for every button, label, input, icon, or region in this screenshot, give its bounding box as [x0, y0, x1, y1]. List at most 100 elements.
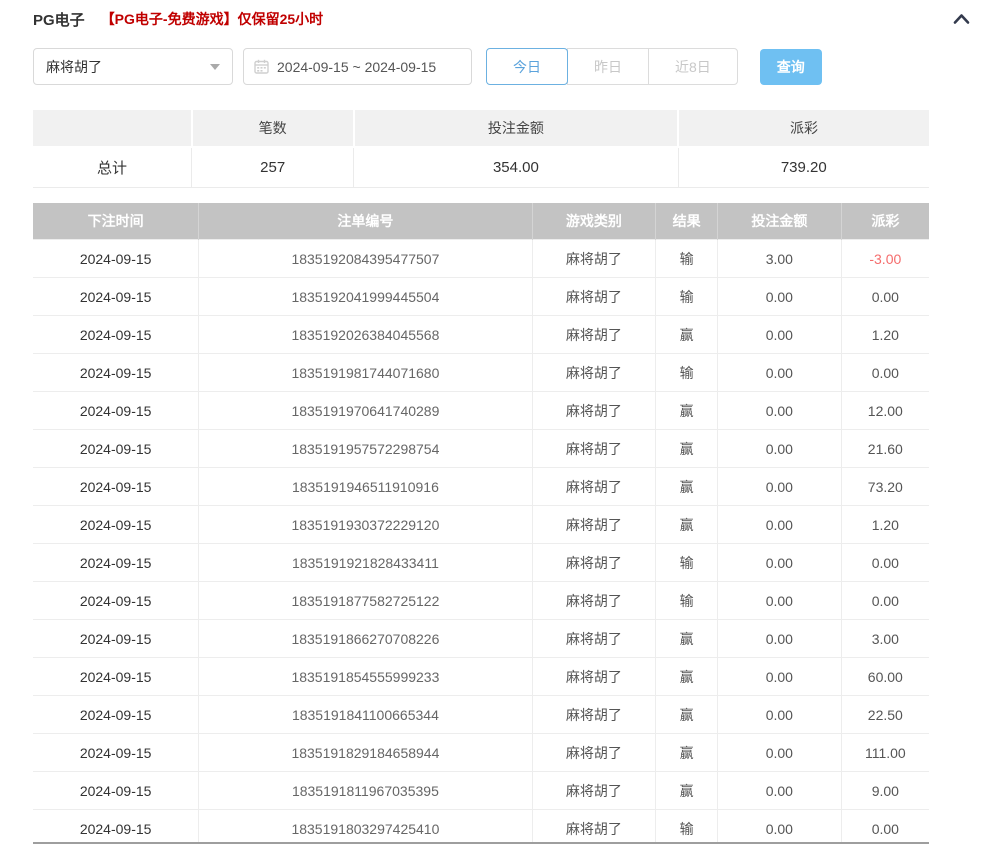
cell-bet-amount: 0.00 [718, 696, 842, 734]
cell-game: 麻将胡了 [532, 316, 656, 354]
cell-result: 输 [656, 240, 718, 278]
cell-bet-amount: 0.00 [718, 544, 842, 582]
cell-game: 麻将胡了 [532, 278, 656, 316]
records-header-result: 结果 [656, 203, 718, 240]
cell-game: 麻将胡了 [532, 810, 656, 844]
cell-bet-amount: 0.00 [718, 506, 842, 544]
today-button[interactable]: 今日 [486, 48, 568, 85]
cell-date: 2024-09-15 [33, 392, 199, 430]
cell-bet-id: 1835191877582725122 [199, 582, 532, 620]
cell-bet-id: 1835191829184658944 [199, 734, 532, 772]
table-row: 2024-09-15 1835192026384045568 麻将胡了 赢 0.… [33, 316, 929, 354]
cell-result: 赢 [656, 468, 718, 506]
cell-payout: 0.00 [841, 278, 929, 316]
cell-payout: 3.00 [841, 620, 929, 658]
cell-bet-id: 1835191811967035395 [199, 772, 532, 810]
table-row: 2024-09-15 1835191803297425410 麻将胡了 输 0.… [33, 810, 929, 844]
cell-date: 2024-09-15 [33, 506, 199, 544]
cell-payout: 0.00 [841, 544, 929, 582]
cell-result: 输 [656, 810, 718, 844]
cell-bet-amount: 0.00 [718, 468, 842, 506]
cell-date: 2024-09-15 [33, 278, 199, 316]
date-range-value: 2024-09-15 ~ 2024-09-15 [277, 59, 436, 75]
cell-bet-amount: 0.00 [718, 658, 842, 696]
summary-header-blank [33, 109, 192, 147]
filter-bar: 麻将胡了 2024-09-15 ~ 2024-09-15 今 [33, 48, 970, 85]
cell-date: 2024-09-15 [33, 620, 199, 658]
records-header-date: 下注时间 [33, 203, 199, 240]
summary-header-bet-amount: 投注金额 [354, 109, 678, 147]
cell-game: 麻将胡了 [532, 506, 656, 544]
records-header-game: 游戏类别 [532, 203, 656, 240]
cell-date: 2024-09-15 [33, 544, 199, 582]
cell-result: 输 [656, 278, 718, 316]
cell-result: 赢 [656, 658, 718, 696]
table-row: 2024-09-15 1835191811967035395 麻将胡了 赢 0.… [33, 772, 929, 810]
records-header-bet: 投注金额 [718, 203, 842, 240]
cell-payout: 12.00 [841, 392, 929, 430]
cell-date: 2024-09-15 [33, 316, 199, 354]
cell-payout: 9.00 [841, 772, 929, 810]
cell-result: 赢 [656, 772, 718, 810]
cell-result: 输 [656, 544, 718, 582]
cell-bet-id: 1835192026384045568 [199, 316, 532, 354]
cell-payout: 111.00 [841, 734, 929, 772]
cell-date: 2024-09-15 [33, 430, 199, 468]
quick-date-button-group: 今日 昨日 近8日 [486, 48, 738, 85]
cell-payout: 60.00 [841, 658, 929, 696]
cell-date: 2024-09-15 [33, 772, 199, 810]
calendar-icon [254, 59, 269, 74]
date-range-input[interactable]: 2024-09-15 ~ 2024-09-15 [243, 48, 472, 85]
cell-result: 输 [656, 582, 718, 620]
cell-game: 麻将胡了 [532, 582, 656, 620]
search-button[interactable]: 查询 [760, 49, 822, 85]
game-select[interactable]: 麻将胡了 [33, 48, 233, 85]
cell-bet-id: 1835192084395477507 [199, 240, 532, 278]
cell-date: 2024-09-15 [33, 240, 199, 278]
cell-game: 麻将胡了 [532, 696, 656, 734]
yesterday-button[interactable]: 昨日 [567, 48, 649, 85]
collapse-button[interactable] [953, 13, 970, 25]
table-row: 2024-09-15 1835191981744071680 麻将胡了 输 0.… [33, 354, 929, 392]
cell-payout: 1.20 [841, 316, 929, 354]
cell-bet-amount: 0.00 [718, 316, 842, 354]
cell-payout: 0.00 [841, 810, 929, 844]
summary-header-row: 笔数 投注金额 派彩 [33, 109, 929, 147]
summary-total-payout: 739.20 [678, 147, 929, 187]
records-header-bet-id: 注单编号 [199, 203, 532, 240]
cell-bet-amount: 0.00 [718, 620, 842, 658]
cell-payout: 0.00 [841, 582, 929, 620]
panel-header: PG电子 【PG电子-免费游戏】仅保留25小时 [33, 0, 970, 30]
panel-notice: 【PG电子-免费游戏】仅保留25小时 [101, 9, 323, 29]
table-row: 2024-09-15 1835191829184658944 麻将胡了 赢 0.… [33, 734, 929, 772]
last-8-days-button[interactable]: 近8日 [648, 48, 738, 85]
cell-bet-amount: 0.00 [718, 582, 842, 620]
cell-bet-id: 1835191957572298754 [199, 430, 532, 468]
cell-bet-id: 1835191841100665344 [199, 696, 532, 734]
cell-payout: 22.50 [841, 696, 929, 734]
cell-game: 麻将胡了 [532, 544, 656, 582]
game-select-value: 麻将胡了 [46, 57, 102, 77]
cell-bet-id: 1835191930372229120 [199, 506, 532, 544]
cell-date: 2024-09-15 [33, 354, 199, 392]
cell-result: 赢 [656, 392, 718, 430]
cell-payout: 0.00 [841, 354, 929, 392]
summary-total-row: 总计 257 354.00 739.20 [33, 147, 929, 187]
summary-header-count: 笔数 [192, 109, 354, 147]
cell-game: 麻将胡了 [532, 240, 656, 278]
cell-result: 赢 [656, 620, 718, 658]
summary-total-count: 257 [192, 147, 354, 187]
cell-bet-id: 1835191970641740289 [199, 392, 532, 430]
records-table: 下注时间 注单编号 游戏类别 结果 投注金额 派彩 2024-09-15 183… [33, 203, 929, 844]
chevron-up-icon [953, 13, 970, 25]
cell-result: 赢 [656, 734, 718, 772]
records-body: 2024-09-15 1835192084395477507 麻将胡了 输 3.… [33, 240, 929, 844]
summary-total-bet-amount: 354.00 [354, 147, 678, 187]
cell-date: 2024-09-15 [33, 582, 199, 620]
table-row: 2024-09-15 1835191877582725122 麻将胡了 输 0.… [33, 582, 929, 620]
cell-game: 麻将胡了 [532, 468, 656, 506]
table-row: 2024-09-15 1835192084395477507 麻将胡了 输 3.… [33, 240, 929, 278]
cell-result: 赢 [656, 316, 718, 354]
table-row: 2024-09-15 1835191921828433411 麻将胡了 输 0.… [33, 544, 929, 582]
cell-bet-amount: 3.00 [718, 240, 842, 278]
